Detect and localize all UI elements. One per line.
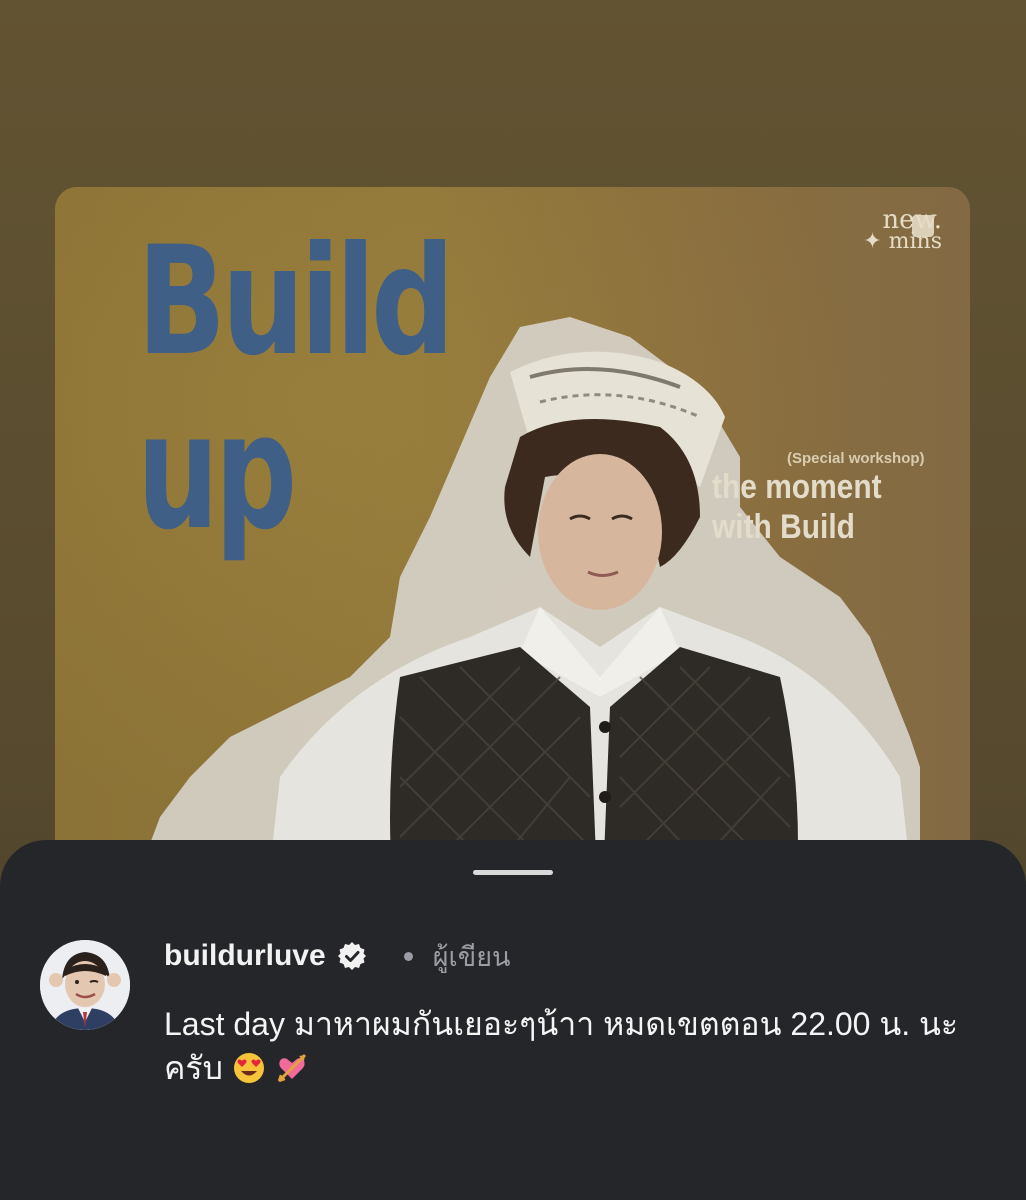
avatar-image [40, 940, 130, 1030]
poster-subtitle-line-2: with Build [712, 508, 855, 546]
poster-title-up: up [137, 378, 297, 565]
author-row: buildurluve ผู้เขียน [164, 936, 510, 976]
post-details-sheet[interactable]: buildurluve ผู้เขียน Last day มาหาผมกันเ… [0, 840, 1026, 1200]
post-image[interactable]: Build up new. ✦ mins (Special workshop) … [55, 187, 970, 907]
poster-subtitle: the moment with Build [712, 467, 882, 547]
separator-dot [403, 951, 413, 961]
verified-badge-icon [336, 940, 368, 972]
poster-subtitle-line-1: the moment [712, 468, 882, 506]
poster-title-build: Build [137, 215, 455, 389]
author-username[interactable]: buildurluve [164, 939, 326, 973]
author-role-label: ผู้เขียน [432, 941, 511, 972]
sheet-drag-handle[interactable] [473, 870, 553, 875]
avatar[interactable] [40, 940, 130, 1030]
heart-eyes-emoji-icon [232, 1051, 266, 1085]
poster-subtitle-small: (Special workshop) [787, 450, 925, 467]
brand-square-icon [912, 215, 934, 237]
heart-with-arrow-emoji-icon [275, 1051, 309, 1085]
post-caption: Last day มาหาผมกันเยอะๆน้าา หมดเขตตอน 22… [164, 1002, 1009, 1090]
